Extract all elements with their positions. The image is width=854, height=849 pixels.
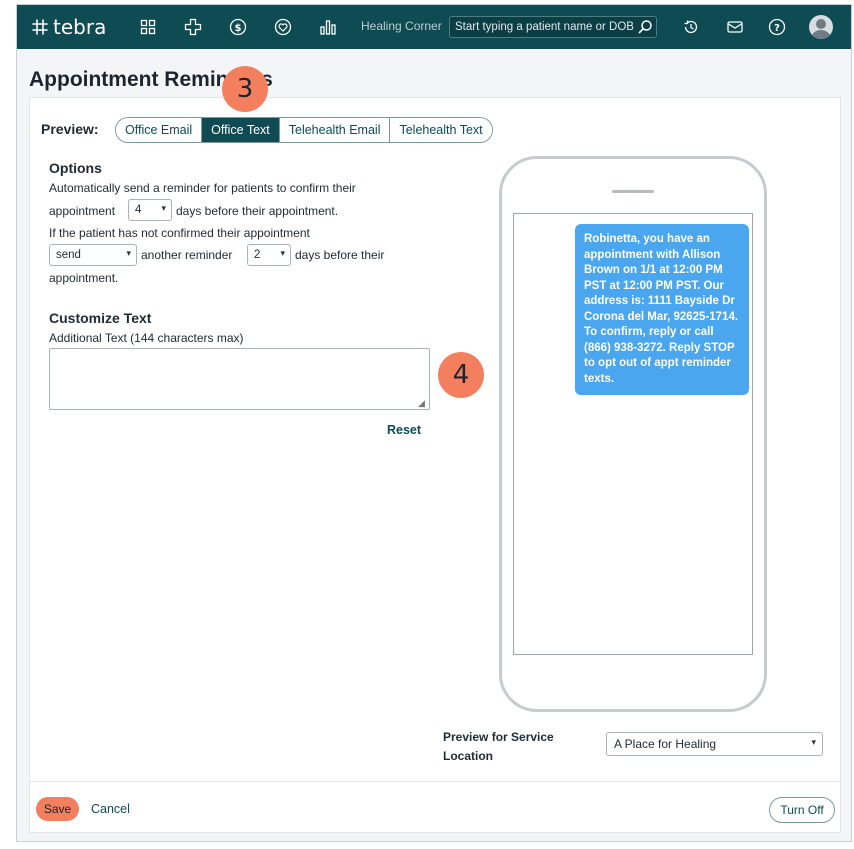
save-button[interactable]: Save — [36, 797, 79, 821]
reminder-action-select[interactable]: send ▾ — [49, 244, 137, 266]
phone-screen: Robinetta, you have an appointment with … — [513, 213, 753, 655]
turn-off-button[interactable]: Turn Off — [769, 797, 835, 823]
options-line-2b: days before their appointment. — [176, 204, 339, 218]
user-avatar-icon — [811, 19, 831, 39]
phone-preview: Robinetta, you have an appointment with … — [499, 156, 767, 712]
options-line-2a: appointment — [49, 204, 116, 218]
customize-heading: Customize Text — [49, 310, 152, 326]
options-heading: Options — [49, 160, 102, 176]
preview-tabs: Office Email Office Text Telehealth Emai… — [115, 117, 493, 143]
mail-icon[interactable] — [725, 17, 745, 37]
preview-label: Preview: — [41, 121, 99, 137]
history-icon[interactable] — [681, 17, 701, 37]
dollar-icon[interactable]: $ — [228, 17, 248, 37]
service-location-value: A Place for Healing — [614, 737, 717, 751]
phone-speaker — [612, 190, 654, 193]
tab-telehealth-text[interactable]: Telehealth Text — [390, 118, 492, 142]
avatar[interactable] — [809, 15, 833, 39]
brand-logo[interactable]: tebra — [31, 15, 106, 39]
chevron-down-icon: ▾ — [126, 248, 131, 258]
reminder-action-value: send — [56, 249, 81, 261]
patient-search[interactable] — [449, 16, 657, 38]
reset-link[interactable]: Reset — [387, 423, 421, 437]
brand-name: tebra — [53, 15, 107, 39]
tebra-logo-icon — [32, 19, 48, 35]
app-frame: tebra $ Healing Corner Start typing a pa… — [16, 4, 852, 842]
practice-name[interactable]: Healing Corner — [361, 19, 442, 33]
search-icon[interactable] — [637, 19, 653, 40]
heart-shield-icon[interactable] — [273, 17, 293, 37]
tab-office-email[interactable]: Office Email — [116, 118, 203, 142]
cancel-button[interactable]: Cancel — [91, 802, 130, 816]
chevron-down-icon: ▾ — [161, 203, 166, 213]
svg-text:$: $ — [235, 23, 242, 34]
step-badge-3: 3 — [222, 66, 268, 112]
options-line-4b: days before their — [295, 248, 385, 262]
days-before-value: 4 — [135, 204, 142, 216]
svg-text:?: ? — [774, 23, 780, 34]
grid-icon[interactable] — [138, 17, 158, 37]
top-nav: tebra $ Healing Corner Start typing a pa… — [17, 5, 851, 49]
additional-text-label: Additional Text (144 characters max) — [49, 331, 244, 345]
chevron-down-icon: ▾ — [811, 737, 816, 747]
step-badge-4: 4 — [438, 352, 484, 398]
tab-telehealth-email[interactable]: Telehealth Email — [279, 118, 391, 142]
chevron-down-icon: ▾ — [280, 248, 285, 258]
help-icon[interactable]: ? — [767, 17, 787, 37]
options-line-5: appointment. — [49, 271, 119, 285]
resize-handle-icon[interactable]: ◢ — [418, 398, 425, 409]
additional-text-field[interactable] — [49, 348, 430, 410]
service-location-select[interactable]: A Place for Healing ▾ — [606, 732, 823, 756]
reminder-days-value: 2 — [254, 249, 261, 261]
days-before-select[interactable]: 4 ▾ — [128, 199, 172, 221]
medical-cross-icon[interactable] — [183, 17, 203, 37]
options-line-4a: another reminder — [141, 248, 233, 262]
reminder-days-select[interactable]: 2 ▾ — [247, 244, 291, 266]
bar-chart-icon[interactable] — [318, 17, 338, 37]
options-line-3: If the patient has not confirmed their a… — [49, 226, 310, 240]
footer-divider — [29, 781, 841, 782]
options-line-1: Automatically send a reminder for patien… — [49, 181, 356, 195]
sms-preview-bubble: Robinetta, you have an appointment with … — [575, 224, 749, 395]
patient-search-input[interactable] — [455, 21, 635, 33]
service-location-label: Preview for Service Location — [443, 730, 554, 763]
tab-office-text[interactable]: Office Text — [202, 118, 280, 142]
